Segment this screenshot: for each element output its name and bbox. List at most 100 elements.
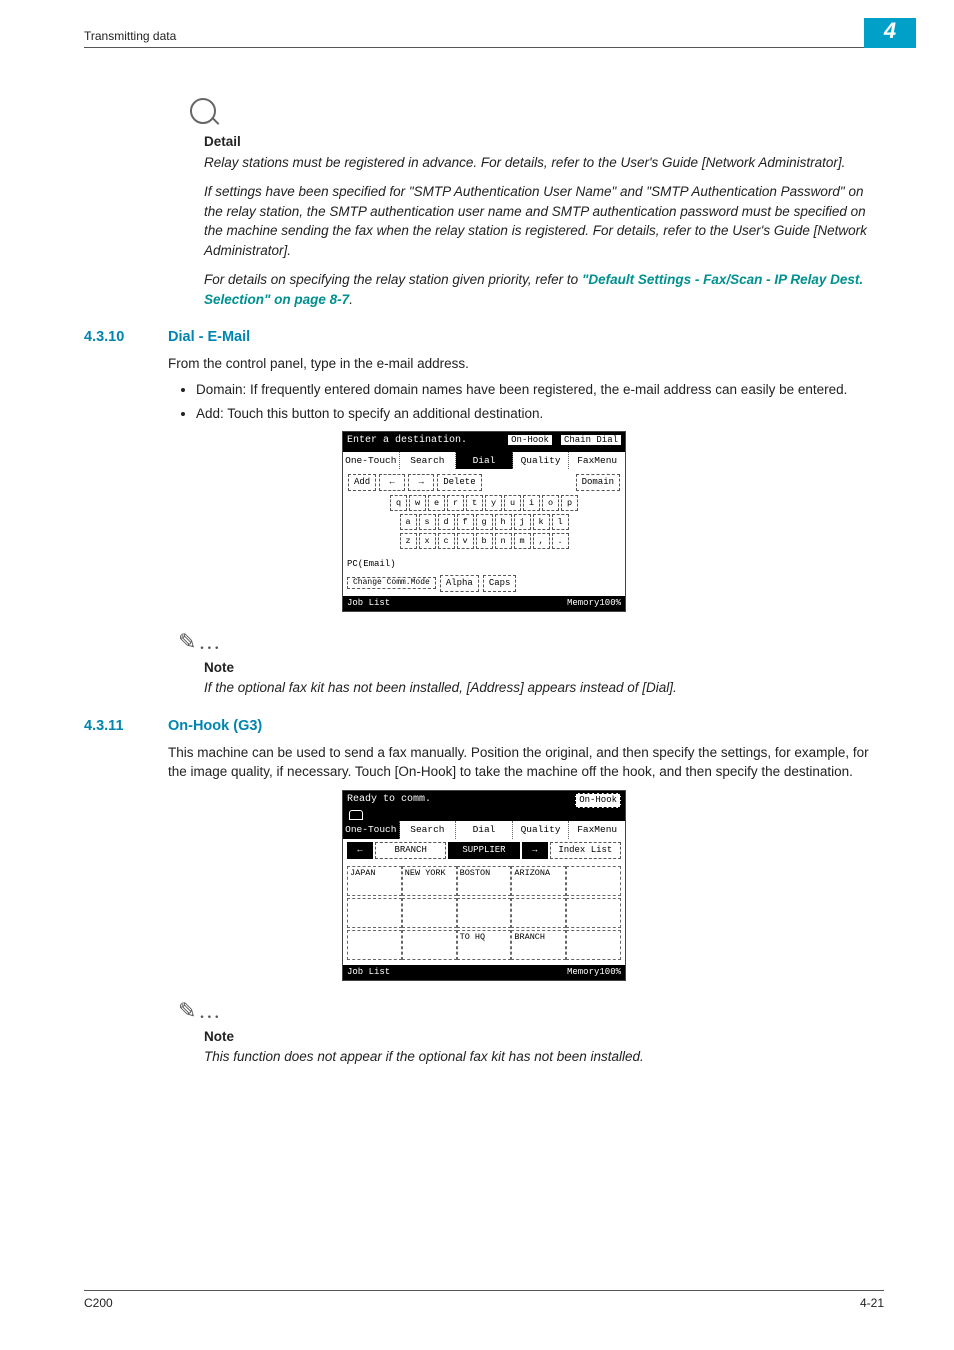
key[interactable]: b — [476, 533, 493, 549]
key[interactable]: e — [428, 495, 445, 511]
fig2-nav-branch[interactable]: BRANCH — [375, 842, 446, 859]
fig2-cell[interactable] — [347, 898, 402, 928]
fig1-add-button[interactable]: Add — [348, 474, 376, 491]
note2-text: This function does not appear if the opt… — [204, 1047, 880, 1067]
fig2-cell[interactable] — [566, 930, 621, 960]
fig1-left-button[interactable]: ← — [379, 474, 405, 491]
key[interactable]: , — [533, 533, 550, 549]
fig2-cell[interactable]: BRANCH — [511, 930, 566, 960]
key[interactable]: q — [390, 495, 407, 511]
key[interactable]: g — [476, 514, 493, 530]
footer: C200 4-21 — [84, 1290, 884, 1312]
key[interactable]: l — [552, 514, 569, 530]
fig1-tab-quality[interactable]: Quality — [513, 452, 570, 470]
fig2-tab-faxmenu[interactable]: FaxMenu — [569, 821, 625, 839]
fig2-tab-search[interactable]: Search — [400, 821, 457, 839]
key[interactable]: . — [552, 533, 569, 549]
fig1-chain-button[interactable]: Chain Dial — [561, 435, 621, 445]
fig2-cell[interactable] — [566, 898, 621, 928]
chapter-tab: 4 — [864, 18, 916, 48]
key[interactable]: y — [485, 495, 502, 511]
fig2-onhook-button[interactable]: On-Hook — [575, 793, 621, 808]
fig1-kb-row1: q w e r t y u i o p — [348, 495, 620, 511]
key[interactable]: n — [495, 533, 512, 549]
fig1-delete-button[interactable]: Delete — [437, 474, 481, 491]
fig2-nav-right[interactable]: → — [522, 842, 548, 859]
key[interactable]: z — [400, 533, 417, 549]
fig2-nav-left[interactable]: ← — [347, 842, 373, 859]
key[interactable]: u — [504, 495, 521, 511]
fig2-prompt: Ready to comm. — [347, 793, 431, 808]
fig2-cell[interactable]: ARIZONA — [511, 866, 566, 896]
key[interactable]: r — [447, 495, 464, 511]
fig2-cell[interactable] — [402, 898, 457, 928]
key[interactable]: w — [409, 495, 426, 511]
fig2-tab-onetouch[interactable]: One-Touch — [343, 821, 400, 839]
fig2-tab-dial[interactable]: Dial — [456, 821, 513, 839]
key[interactable]: x — [419, 533, 436, 549]
section-4-3-11-header: 4.3.11 On-Hook (G3) — [84, 716, 884, 737]
header-left: Transmitting data — [84, 28, 176, 45]
fig2-nav-supplier[interactable]: SUPPLIER — [448, 842, 519, 859]
key[interactable]: k — [533, 514, 550, 530]
fig2-tab-quality[interactable]: Quality — [513, 821, 570, 839]
sec1-b2: Add: Touch this button to specify an add… — [196, 404, 880, 424]
fig1-tab-onetouch[interactable]: One-Touch — [343, 452, 400, 470]
section-title: Dial - E-Mail — [168, 327, 250, 348]
section-4-3-10-header: 4.3.10 Dial - E-Mail — [84, 327, 884, 348]
fig1-alpha-button[interactable]: Alpha — [440, 575, 479, 592]
fig2-cell[interactable] — [511, 898, 566, 928]
section-num: 4.3.11 — [84, 716, 168, 737]
key[interactable]: f — [457, 514, 474, 530]
key[interactable]: p — [561, 495, 578, 511]
fig2-joblist[interactable]: Job List — [347, 966, 390, 979]
note1-text: If the optional fax kit has not been ins… — [204, 678, 880, 698]
fig1-tab-search[interactable]: Search — [400, 452, 457, 470]
note1-heading: Note — [204, 658, 884, 678]
fig1-joblist[interactable]: Job List — [347, 597, 390, 610]
note-icon: ✎… — [178, 995, 222, 1027]
magnifier-icon — [190, 98, 216, 124]
key[interactable]: o — [542, 495, 559, 511]
fig1-kb-row3: z x c v b n m , . — [348, 533, 620, 549]
fig1-onhook-button[interactable]: On-Hook — [508, 435, 552, 445]
fig2-cell[interactable]: TO HQ — [457, 930, 512, 960]
key[interactable]: v — [457, 533, 474, 549]
key[interactable]: c — [438, 533, 455, 549]
note2-heading: Note — [204, 1027, 884, 1047]
section-title: On-Hook (G3) — [168, 716, 262, 737]
chapter-number: 4 — [884, 15, 896, 47]
fig2-grid-r3: TO HQ BRANCH — [347, 930, 621, 960]
fig1-domain-button[interactable]: Domain — [576, 474, 620, 491]
footer-right: 4-21 — [860, 1295, 884, 1312]
fig2-cell[interactable]: JAPAN — [347, 866, 402, 896]
fig2-cell[interactable] — [566, 866, 621, 896]
detail-p2: If settings have been specified for "SMT… — [204, 182, 880, 260]
sec2-p1: This machine can be used to send a fax m… — [168, 743, 880, 782]
fig2-cell[interactable] — [402, 930, 457, 960]
detail-heading: Detail — [204, 132, 884, 152]
figure-dial-email-panel: Enter a destination. On-Hook Chain Dial … — [342, 431, 626, 611]
fig2-cell[interactable]: NEW YORK — [402, 866, 457, 896]
key[interactable]: a — [400, 514, 417, 530]
fig1-kb-row2: a s d f g h j k l — [348, 514, 620, 530]
key[interactable]: t — [466, 495, 483, 511]
fig1-tab-dial[interactable]: Dial — [456, 452, 513, 470]
fig1-change-button[interactable]: Change Comm.Mode — [347, 577, 436, 589]
fig2-cell[interactable]: BOSTON — [457, 866, 512, 896]
key[interactable]: m — [514, 533, 531, 549]
fig1-prompt: Enter a destination. — [347, 434, 467, 449]
key[interactable]: s — [419, 514, 436, 530]
key[interactable]: h — [495, 514, 512, 530]
fig1-tab-faxmenu[interactable]: FaxMenu — [569, 452, 625, 470]
handset-icon — [349, 810, 363, 820]
fig2-cell[interactable] — [457, 898, 512, 928]
key[interactable]: i — [523, 495, 540, 511]
fig2-nav-index[interactable]: Index List — [550, 842, 621, 859]
fig1-caps-button[interactable]: Caps — [483, 575, 517, 592]
section-num: 4.3.10 — [84, 327, 168, 348]
key[interactable]: j — [514, 514, 531, 530]
fig1-right-button[interactable]: → — [408, 474, 434, 491]
fig2-cell[interactable] — [347, 930, 402, 960]
key[interactable]: d — [438, 514, 455, 530]
